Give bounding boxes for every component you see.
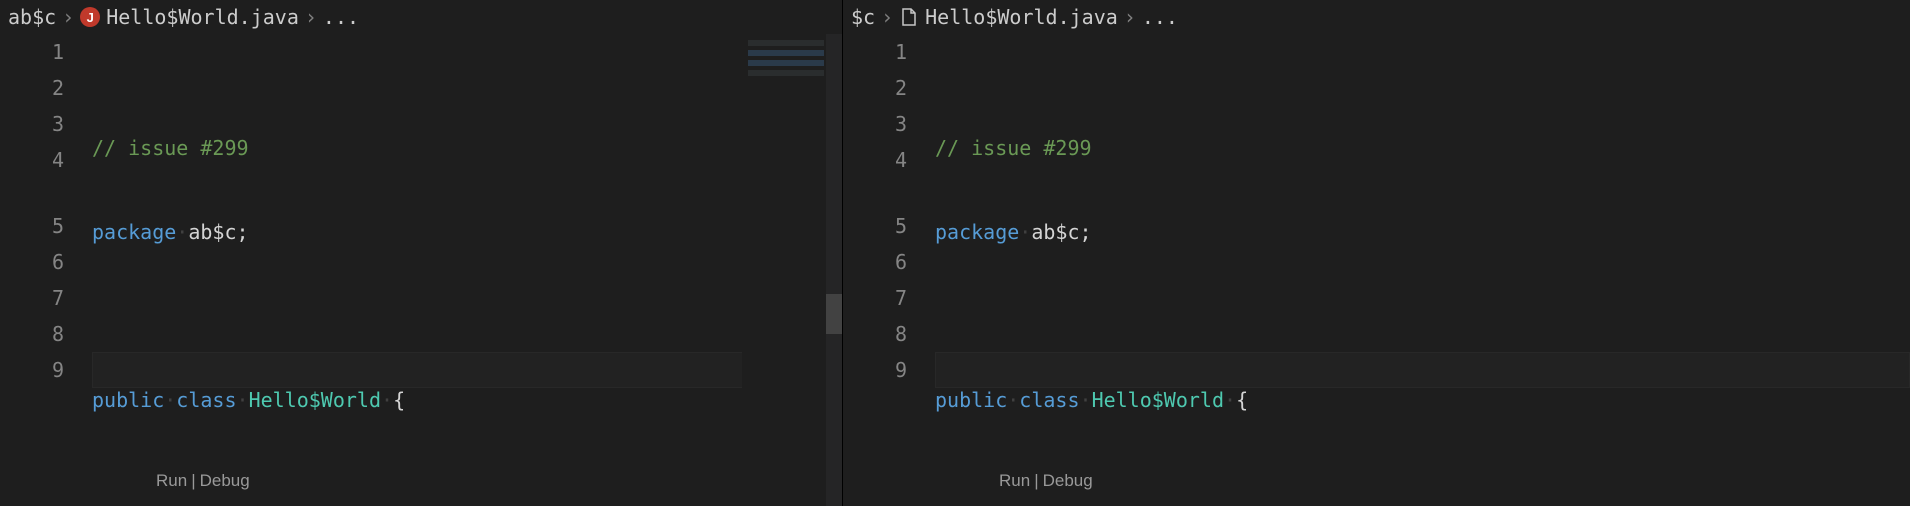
line-number: 4 bbox=[0, 142, 64, 178]
code-line[interactable]: // issue #299 bbox=[92, 130, 842, 166]
codelens-debug[interactable]: Debug bbox=[200, 471, 250, 490]
token-punct: { bbox=[1236, 388, 1248, 412]
gutter-spacer bbox=[843, 178, 907, 208]
breadcrumb-label: ab$c bbox=[8, 5, 56, 29]
breadcrumb-segment[interactable]: $c bbox=[851, 5, 875, 29]
editor-pane-right: $c › Hello$World.java › ... 1 2 3 4 5 6 … bbox=[843, 0, 1910, 506]
codelens-debug[interactable]: Debug bbox=[1043, 471, 1093, 490]
token-keyword: package bbox=[92, 220, 176, 244]
minimap[interactable] bbox=[742, 34, 842, 506]
code-content[interactable]: // issue #299 package·ab$c; public·class… bbox=[935, 34, 1910, 506]
token-keyword: public bbox=[92, 388, 164, 412]
gutter-spacer bbox=[0, 178, 64, 208]
code-content[interactable]: // issue #299 package·ab$c; public·class… bbox=[92, 34, 842, 506]
breadcrumb-label: $c bbox=[851, 5, 875, 29]
line-number-gutter: 1 2 3 4 5 6 7 8 9 bbox=[0, 34, 92, 506]
token-punct: { bbox=[393, 388, 405, 412]
code-line[interactable]: public·class·Hello$World·{ bbox=[92, 382, 842, 418]
line-number: 6 bbox=[843, 244, 907, 280]
scrollbar-thumb[interactable] bbox=[826, 294, 842, 334]
token-comment: // issue #299 bbox=[935, 136, 1092, 160]
breadcrumb-segment[interactable]: ... bbox=[1142, 5, 1178, 29]
codelens: Run| Debug bbox=[935, 466, 1910, 496]
chevron-right-icon: › bbox=[1124, 5, 1136, 29]
code-line[interactable] bbox=[935, 298, 1910, 334]
line-number: 9 bbox=[0, 352, 64, 388]
java-file-icon: J bbox=[80, 7, 100, 27]
breadcrumb-label: ... bbox=[323, 5, 359, 29]
scrollbar-track[interactable] bbox=[826, 34, 842, 506]
line-number: 4 bbox=[843, 142, 907, 178]
line-number: 7 bbox=[0, 280, 64, 316]
token-type: Hello$World bbox=[249, 388, 381, 412]
breadcrumb-label: ... bbox=[1142, 5, 1178, 29]
line-number-gutter: 1 2 3 4 5 6 7 8 9 bbox=[843, 34, 935, 506]
token-keyword: public bbox=[935, 388, 1007, 412]
code-line[interactable]: // issue #299 bbox=[935, 130, 1910, 166]
line-number: 9 bbox=[843, 352, 907, 388]
line-number: 3 bbox=[0, 106, 64, 142]
codelens-run[interactable]: Run bbox=[999, 471, 1030, 490]
breadcrumb-segment[interactable]: Hello$World.java bbox=[899, 5, 1118, 29]
line-number: 7 bbox=[843, 280, 907, 316]
token-ident: ab$c bbox=[188, 220, 236, 244]
codelens-separator: | bbox=[191, 471, 195, 490]
line-number: 6 bbox=[0, 244, 64, 280]
line-number: 1 bbox=[0, 34, 64, 70]
editor-pane-left: ab$c › J Hello$World.java › ... 1 2 3 4 … bbox=[0, 0, 843, 506]
line-number: 8 bbox=[843, 316, 907, 352]
line-number: 8 bbox=[0, 316, 64, 352]
line-number: 1 bbox=[843, 34, 907, 70]
token-ident: ab$c bbox=[1031, 220, 1079, 244]
chevron-right-icon: › bbox=[881, 5, 893, 29]
editor-area[interactable]: 1 2 3 4 5 6 7 8 9 // issue #299 package·… bbox=[0, 34, 842, 506]
token-keyword: class bbox=[1019, 388, 1079, 412]
line-number: 5 bbox=[0, 208, 64, 244]
code-line[interactable] bbox=[92, 298, 842, 334]
breadcrumb-segment[interactable]: ab$c bbox=[8, 5, 56, 29]
line-number: 5 bbox=[843, 208, 907, 244]
token-comment: // issue #299 bbox=[92, 136, 249, 160]
chevron-right-icon: › bbox=[62, 5, 74, 29]
token-keyword: class bbox=[176, 388, 236, 412]
token-punct: ; bbox=[1080, 220, 1092, 244]
breadcrumb-label: Hello$World.java bbox=[925, 5, 1118, 29]
breadcrumb-label: Hello$World.java bbox=[106, 5, 299, 29]
code-line[interactable]: public·class·Hello$World·{ bbox=[935, 382, 1910, 418]
codelens: Run| Debug bbox=[92, 466, 842, 496]
line-number: 3 bbox=[843, 106, 907, 142]
code-line[interactable]: package·ab$c; bbox=[935, 214, 1910, 250]
minimap-preview bbox=[748, 40, 824, 84]
editor-area[interactable]: 1 2 3 4 5 6 7 8 9 // issue #299 package·… bbox=[843, 34, 1910, 506]
breadcrumb-segment[interactable]: ... bbox=[323, 5, 359, 29]
breadcrumb[interactable]: $c › Hello$World.java › ... bbox=[843, 0, 1910, 34]
token-type: Hello$World bbox=[1092, 388, 1224, 412]
breadcrumb[interactable]: ab$c › J Hello$World.java › ... bbox=[0, 0, 842, 34]
chevron-right-icon: › bbox=[305, 5, 317, 29]
codelens-separator: | bbox=[1034, 471, 1038, 490]
breadcrumb-segment[interactable]: J Hello$World.java bbox=[80, 5, 299, 29]
token-punct: ; bbox=[237, 220, 249, 244]
generic-file-icon bbox=[899, 7, 919, 27]
line-number: 2 bbox=[843, 70, 907, 106]
line-number: 2 bbox=[0, 70, 64, 106]
token-keyword: package bbox=[935, 220, 1019, 244]
code-line[interactable]: package·ab$c; bbox=[92, 214, 842, 250]
codelens-run[interactable]: Run bbox=[156, 471, 187, 490]
